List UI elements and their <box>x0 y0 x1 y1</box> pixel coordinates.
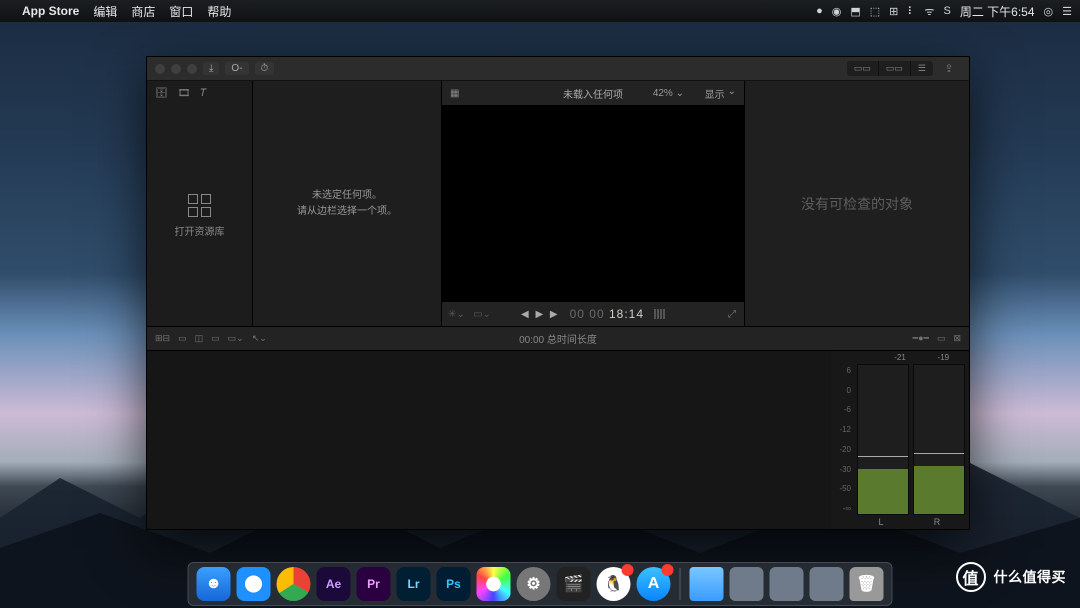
dock-system-preferences[interactable]: ⚙ <box>517 567 551 601</box>
browser-empty-line2: 请从边栏选择一个项。 <box>297 204 397 220</box>
timecode-prefix: 00 00 <box>570 307 605 321</box>
dock-launchpad[interactable] <box>237 567 271 601</box>
watermark-icon: 值 <box>956 562 986 592</box>
fcpx-window: ⤓ O- ⏱ ▭▭ ▭▭ ☰ ⇪ 🗄 🎞 𝑇 打开资源库 <box>146 56 970 530</box>
viewer-panel: ▦ 未载入任何项 42% ⌄ 显示⌄ ✳⌄ ▭⌄ ◀ ▶ ▶ 00 00 18:… <box>442 81 745 326</box>
dock-photoshop[interactable]: Ps <box>437 567 471 601</box>
audio-meters-panel: -21 -19 6 0 -6 -12 -20 -30 -50 -∞ <box>831 351 969 529</box>
dock-item[interactable] <box>770 567 804 601</box>
window-traffic-lights[interactable] <box>155 64 197 74</box>
audio-mini-meter <box>654 309 665 319</box>
playback-controls[interactable]: ◀ ▶ ▶ <box>521 309 560 320</box>
select-tool-icon[interactable]: ↖⌄ <box>252 333 267 344</box>
dock-final-cut-pro[interactable]: 🎬 <box>557 567 591 601</box>
browser-empty-line1: 未选定任何项。 <box>297 188 397 204</box>
library-sidebar: 🗄 🎞 𝑇 打开资源库 <box>147 81 253 326</box>
meter-peak-r: -19 <box>922 353 965 362</box>
menubar-app-name[interactable]: App Store <box>22 4 79 18</box>
meter-scale: 6 0 -6 -12 -20 -30 -50 -∞ <box>835 364 853 515</box>
timeline-area[interactable] <box>147 351 831 529</box>
viewer-zoom[interactable]: 42% ⌄ <box>653 88 684 99</box>
dock-folder[interactable] <box>690 567 724 601</box>
dock-lightroom[interactable]: Lr <box>397 567 431 601</box>
transport-left-tools[interactable]: ✳⌄ ▭⌄ <box>448 309 491 320</box>
siri-icon[interactable]: ◎ <box>1044 5 1054 18</box>
fullscreen-button[interactable]: ⤢ <box>728 309 736 320</box>
menu-window[interactable]: 窗口 <box>169 3 193 20</box>
timeline-toolbar: ⊞⊟ ▭ ◫ ▭ ▭⌄ ↖⌄ 00:00 总时间长度 ━●━ ▭ ⊠ <box>147 327 969 351</box>
status-icon[interactable]: ◉ <box>832 5 842 18</box>
notification-center-icon[interactable]: ☰ <box>1062 5 1072 18</box>
timeline-ruler-label: 00:00 总时间长度 <box>519 331 597 346</box>
menu-help[interactable]: 帮助 <box>207 3 231 20</box>
status-icon[interactable]: ● <box>816 5 823 17</box>
open-library-icon[interactable] <box>188 194 211 217</box>
macos-dock: ☻ Ae Pr Lr Ps ⚙ 🎬 🐧 A 🗑 <box>188 562 893 606</box>
meter-r <box>913 364 965 515</box>
dock-qq[interactable]: 🐧 <box>597 567 631 601</box>
viewer-header: ▦ 未载入任何项 42% ⌄ 显示⌄ <box>442 81 744 105</box>
watermark-text: 什么值得买 <box>994 567 1067 587</box>
dock-after-effects[interactable]: Ae <box>317 567 351 601</box>
viewer-canvas[interactable] <box>442 105 744 302</box>
window-titlebar[interactable]: ⤓ O- ⏱ ▭▭ ▭▭ ☰ ⇪ <box>147 57 969 81</box>
timeline-zoom-slider[interactable]: ━●━ <box>913 333 929 344</box>
inspector-empty-label: 没有可检查的对象 <box>801 194 913 214</box>
clip-appearance-button[interactable]: ▭ <box>937 333 946 344</box>
index-button[interactable]: ⊞⊟ <box>155 333 170 344</box>
viewer-title: 未载入任何项 <box>563 86 623 101</box>
status-icon[interactable]: ⊞ <box>889 5 898 18</box>
append-clip-icon[interactable]: ▭ <box>211 333 220 344</box>
dock-chrome[interactable] <box>277 567 311 601</box>
wifi-icon[interactable]: ᯤ <box>924 4 934 19</box>
menu-store[interactable]: 商店 <box>131 3 155 20</box>
transport-bar: ✳⌄ ▭⌄ ◀ ▶ ▶ 00 00 18:14 ⤢ <box>442 302 744 326</box>
status-icon[interactable]: ⬚ <box>870 5 880 18</box>
dock-app-store[interactable]: A <box>637 567 671 601</box>
menubar-clock[interactable]: 周二 下午6:54 <box>960 3 1035 20</box>
insert-clip-icon[interactable]: ◫ <box>195 333 204 344</box>
macos-menubar: App Store 编辑 商店 窗口 帮助 ● ◉ ⬒ ⬚ ⊞ ⠇ ᯤ S 周二… <box>0 0 1080 22</box>
dock-trash[interactable]: 🗑 <box>850 567 884 601</box>
viewer-display-menu[interactable]: 显示⌄ <box>705 86 736 101</box>
watermark: 值 什么值得买 <box>956 562 1067 592</box>
sidebar-tabs[interactable]: 🗄 🎞 𝑇 <box>147 81 252 105</box>
status-icon[interactable]: ⬒ <box>850 5 860 18</box>
dock-item[interactable] <box>810 567 844 601</box>
dock-separator <box>680 568 681 600</box>
status-icon[interactable]: S <box>943 5 950 17</box>
import-button[interactable]: ⤓ <box>203 62 219 75</box>
keyword-editor-button[interactable]: O- <box>225 62 248 75</box>
menu-edit[interactable]: 编辑 <box>93 3 117 20</box>
photos-tab-icon[interactable]: 🎞 <box>178 88 191 99</box>
meter-label-l: L <box>853 517 909 527</box>
background-tasks-button[interactable]: ⏱ <box>255 62 275 75</box>
connect-clip-icon[interactable]: ▭ <box>178 333 187 344</box>
libraries-tab-icon[interactable]: 🗄 <box>155 88 168 99</box>
inspector-panel: 没有可检查的对象 <box>745 81 969 326</box>
timecode[interactable]: 18:14 <box>609 307 644 321</box>
dock-photos[interactable] <box>477 567 511 601</box>
titles-tab-icon[interactable]: 𝑇 <box>200 88 206 99</box>
browser-panel: 未选定任何项。 请从边栏选择一个项。 <box>253 81 442 326</box>
viewer-settings-icon[interactable]: ▦ <box>450 88 459 99</box>
overwrite-clip-icon[interactable]: ▭⌄ <box>228 333 244 344</box>
status-icon[interactable]: ⠇ <box>907 5 915 18</box>
dock-finder[interactable]: ☻ <box>197 567 231 601</box>
dock-premiere[interactable]: Pr <box>357 567 391 601</box>
dock-item[interactable] <box>730 567 764 601</box>
open-library-label[interactable]: 打开资源库 <box>175 223 225 238</box>
share-button[interactable]: ⇪ <box>937 62 961 75</box>
meter-peak-l: -21 <box>878 353 921 362</box>
timeline-options-icon[interactable]: ⊠ <box>953 333 961 344</box>
meter-label-r: R <box>909 517 965 527</box>
meter-l <box>857 364 909 515</box>
layout-segmented-control[interactable]: ▭▭ ▭▭ ☰ <box>847 61 933 76</box>
